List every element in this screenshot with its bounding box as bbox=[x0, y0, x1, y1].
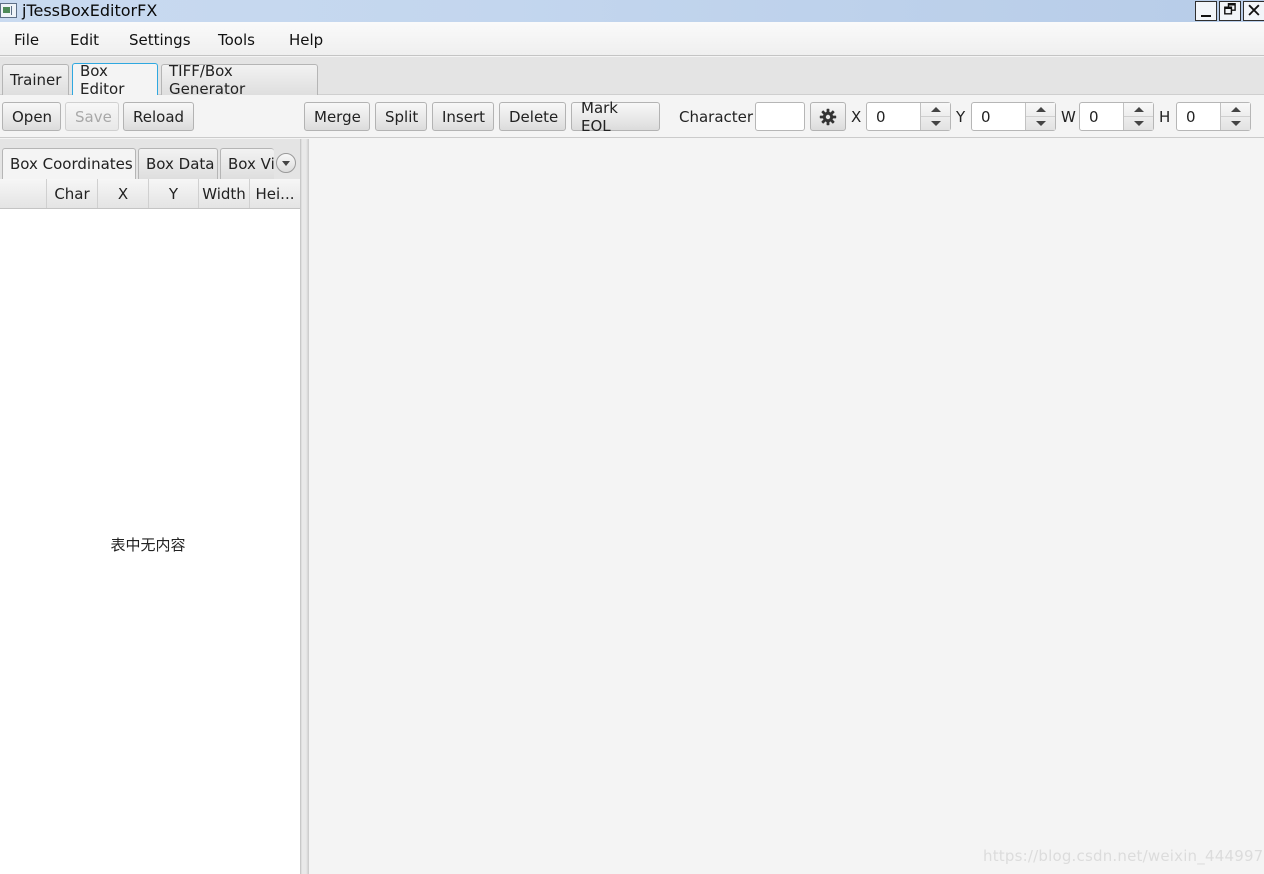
h-increment-button[interactable] bbox=[1221, 103, 1250, 117]
title-bar: jTessBoxEditorFX 🗗 ✕ bbox=[0, 0, 1264, 22]
arrow-down-icon bbox=[1133, 121, 1144, 126]
app-icon bbox=[0, 3, 17, 18]
watermark: https://blog.csdn.net/weixin_44499757 bbox=[983, 847, 1264, 865]
menu-edit[interactable]: Edit bbox=[70, 31, 99, 49]
column-header-char[interactable]: Char bbox=[46, 179, 97, 208]
image-canvas[interactable] bbox=[309, 139, 1264, 874]
tab-tiff-box-generator[interactable]: TIFF/Box Generator bbox=[161, 62, 318, 98]
tab-box-coordinates[interactable]: Box Coordinates bbox=[2, 148, 136, 179]
x-increment-button[interactable] bbox=[921, 103, 950, 117]
gear-icon bbox=[819, 108, 837, 125]
h-label: H bbox=[1159, 108, 1171, 126]
w-increment-button[interactable] bbox=[1124, 103, 1153, 117]
w-value[interactable]: 0 bbox=[1080, 103, 1123, 130]
restore-icon: 🗗 bbox=[1223, 2, 1237, 18]
column-header-x[interactable]: X bbox=[97, 179, 148, 208]
arrow-up-icon bbox=[1133, 107, 1144, 112]
minimize-button[interactable] bbox=[1195, 1, 1217, 21]
arrow-up-icon bbox=[1230, 107, 1241, 112]
x-spinner[interactable]: 0 bbox=[866, 102, 951, 131]
h-decrement-button[interactable] bbox=[1221, 117, 1250, 130]
split-button[interactable]: Split bbox=[375, 102, 427, 131]
y-spinner[interactable]: 0 bbox=[971, 102, 1056, 131]
insert-button[interactable]: Insert bbox=[432, 102, 494, 131]
character-label: Character bbox=[679, 108, 754, 126]
column-header-index[interactable] bbox=[0, 179, 46, 208]
box-panel-tab-bar: Box Coordinates Box Data Box Vi bbox=[0, 139, 300, 179]
tab-overflow-button[interactable] bbox=[276, 153, 296, 173]
w-decrement-button[interactable] bbox=[1124, 117, 1153, 130]
h-spinner-arrows bbox=[1220, 103, 1250, 130]
box-table-panel: Box Coordinates Box Data Box Vi Char X Y… bbox=[0, 139, 300, 874]
menu-tools[interactable]: Tools bbox=[218, 31, 255, 49]
menu-settings[interactable]: Settings bbox=[129, 31, 191, 49]
y-value[interactable]: 0 bbox=[972, 103, 1025, 130]
menu-help[interactable]: Help bbox=[289, 31, 323, 49]
h-value[interactable]: 0 bbox=[1177, 103, 1220, 130]
tab-trainer[interactable]: Trainer bbox=[2, 64, 69, 95]
split-pane-divider[interactable] bbox=[300, 139, 309, 874]
window-title: jTessBoxEditorFX bbox=[22, 1, 158, 20]
arrow-down-icon bbox=[1035, 121, 1046, 126]
y-increment-button[interactable] bbox=[1026, 103, 1055, 117]
toolbar: Open Save Reload Merge Split Insert Dele… bbox=[0, 95, 1264, 138]
character-input[interactable] bbox=[755, 102, 805, 131]
w-label: W bbox=[1061, 108, 1076, 126]
w-spinner-arrows bbox=[1123, 103, 1153, 130]
main-tab-bar: Trainer Box Editor TIFF/Box Generator bbox=[0, 57, 1264, 98]
merge-button[interactable]: Merge bbox=[304, 102, 370, 131]
x-value[interactable]: 0 bbox=[867, 103, 920, 130]
delete-button[interactable]: Delete bbox=[499, 102, 566, 131]
column-header-height[interactable]: Hei... bbox=[249, 179, 300, 208]
arrow-down-icon bbox=[930, 121, 941, 126]
w-spinner[interactable]: 0 bbox=[1079, 102, 1154, 131]
column-header-width[interactable]: Width bbox=[198, 179, 249, 208]
close-button[interactable]: ✕ bbox=[1243, 0, 1264, 22]
column-header-y[interactable]: Y bbox=[148, 179, 198, 208]
arrow-up-icon bbox=[930, 107, 941, 112]
settings-button[interactable] bbox=[810, 102, 846, 131]
open-button[interactable]: Open bbox=[2, 102, 61, 131]
mark-eol-button[interactable]: Mark EOL bbox=[571, 99, 660, 135]
x-spinner-arrows bbox=[920, 103, 950, 130]
tab-box-editor[interactable]: Box Editor bbox=[72, 62, 158, 98]
y-label: Y bbox=[956, 108, 966, 126]
tab-box-view[interactable]: Box Vi bbox=[220, 148, 274, 179]
maximize-button[interactable]: 🗗 bbox=[1219, 1, 1241, 21]
save-button[interactable]: Save bbox=[65, 102, 119, 131]
arrow-down-icon bbox=[1230, 121, 1241, 126]
h-spinner[interactable]: 0 bbox=[1176, 102, 1251, 131]
menu-file[interactable]: File bbox=[14, 31, 39, 49]
y-decrement-button[interactable] bbox=[1026, 117, 1055, 130]
x-decrement-button[interactable] bbox=[921, 117, 950, 130]
y-spinner-arrows bbox=[1025, 103, 1055, 130]
chevron-down-icon bbox=[282, 160, 290, 166]
minimize-icon bbox=[1201, 14, 1211, 17]
reload-button[interactable]: Reload bbox=[123, 102, 194, 131]
table-header: Char X Y Width Hei... bbox=[0, 179, 300, 209]
tab-box-data[interactable]: Box Data bbox=[138, 148, 218, 179]
arrow-up-icon bbox=[1035, 107, 1046, 112]
close-icon: ✕ bbox=[1246, 0, 1262, 22]
menu-bar: File Edit Settings Tools Help bbox=[0, 22, 1264, 56]
table-empty-message: 表中无内容 bbox=[110, 536, 186, 554]
x-label: X bbox=[851, 108, 862, 126]
